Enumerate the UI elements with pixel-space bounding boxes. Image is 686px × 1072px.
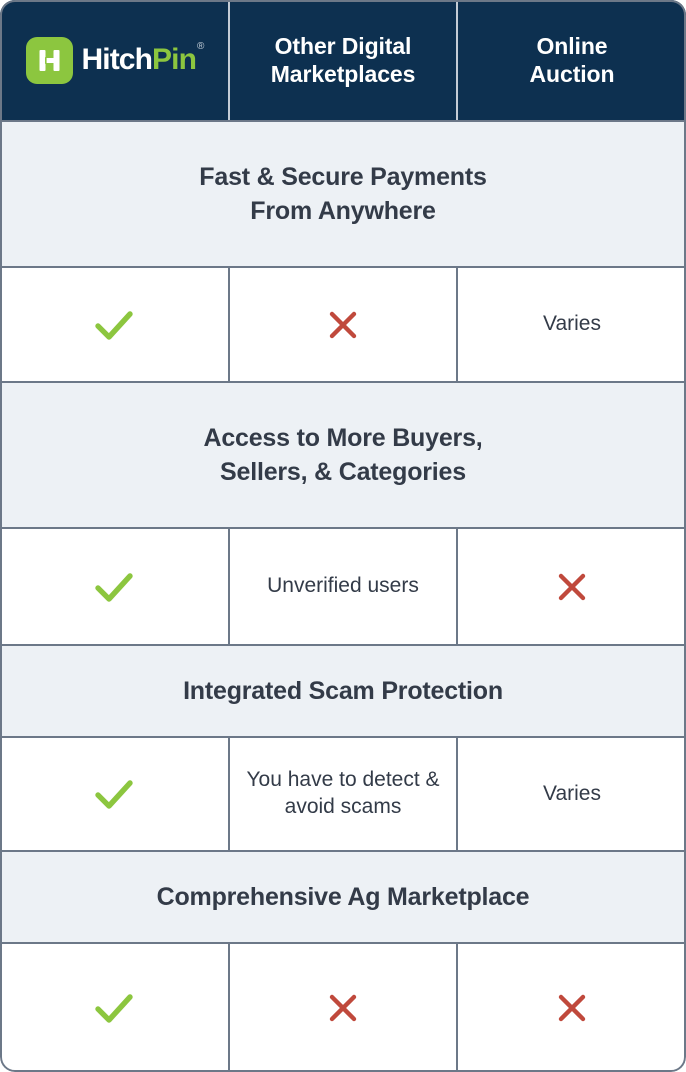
feature-title-comprehensive-ag-marketplace: Comprehensive Ag Marketplace bbox=[0, 850, 686, 944]
table-row: Unverified users bbox=[0, 529, 686, 644]
cell-other-marketplaces-comprehensive-ag-marketplace bbox=[228, 944, 458, 1072]
header-cell-hitchpin: HitchPin® bbox=[0, 0, 228, 120]
feature-title-line1: Access to More Buyers, bbox=[203, 423, 483, 452]
cell-hitchpin-access-to-more-buyers bbox=[0, 529, 228, 644]
cross-icon bbox=[329, 994, 357, 1022]
feature-title-line1: Integrated Scam Protection bbox=[183, 676, 503, 705]
hitchpin-wordmark: HitchPin® bbox=[81, 40, 205, 79]
cell-online-auction-access-to-more-buyers bbox=[458, 529, 686, 644]
table-row: Varies bbox=[0, 268, 686, 381]
table-row bbox=[0, 944, 686, 1072]
header-cell-online-auction: Online Auction bbox=[458, 0, 686, 120]
cell-other-marketplaces-access-to-more-buyers: Unverified users bbox=[228, 529, 458, 644]
check-icon bbox=[95, 572, 133, 602]
hitchpin-logo: HitchPin® bbox=[25, 36, 205, 84]
wordmark-hitch: Hitch bbox=[81, 42, 153, 76]
check-icon bbox=[95, 994, 133, 1023]
feature-title-fast-secure-payments: Fast & Secure Payments From Anywhere bbox=[0, 120, 686, 268]
cell-other-marketplaces-integrated-scam-protection: You have to detect & avoid scams bbox=[228, 738, 458, 850]
header-label-line2: Auction bbox=[529, 61, 615, 87]
cell-online-auction-fast-secure-payments: Varies bbox=[458, 268, 686, 381]
registered-trademark-icon: ® bbox=[197, 40, 204, 52]
header-cell-other-digital-marketplaces: Other Digital Marketplaces bbox=[228, 0, 458, 120]
check-icon bbox=[95, 780, 133, 809]
table-header-row: HitchPin® Other Digital Marketplaces Onl… bbox=[0, 0, 686, 120]
feature-title-line2: From Anywhere bbox=[250, 197, 436, 225]
comparison-table: HitchPin® Other Digital Marketplaces Onl… bbox=[0, 0, 686, 1072]
table-row: You have to detect & avoid scams Varies bbox=[0, 738, 686, 850]
cell-other-marketplaces-fast-secure-payments bbox=[228, 268, 458, 381]
header-label-line1: Other Digital bbox=[274, 32, 412, 59]
hitchpin-monogram-icon bbox=[25, 36, 73, 84]
cell-hitchpin-integrated-scam-protection bbox=[0, 738, 228, 850]
cell-hitchpin-fast-secure-payments bbox=[0, 268, 228, 381]
cross-icon bbox=[329, 311, 357, 338]
check-icon bbox=[95, 310, 133, 340]
feature-title-access-to-more-buyers: Access to More Buyers, Sellers, & Catego… bbox=[0, 381, 686, 529]
cross-icon bbox=[558, 573, 586, 600]
feature-title-line2: Sellers, & Categories bbox=[220, 458, 466, 486]
feature-title-line1: Comprehensive Ag Marketplace bbox=[156, 882, 530, 911]
cell-online-auction-comprehensive-ag-marketplace bbox=[458, 944, 686, 1072]
header-label-line1: Online bbox=[536, 32, 608, 59]
header-label-line2: Marketplaces bbox=[270, 61, 416, 87]
cell-hitchpin-comprehensive-ag-marketplace bbox=[0, 944, 228, 1072]
feature-title-line1: Fast & Secure Payments bbox=[199, 162, 487, 191]
wordmark-pin: Pin bbox=[152, 42, 197, 76]
cell-online-auction-integrated-scam-protection: Varies bbox=[458, 738, 686, 850]
cross-icon bbox=[558, 994, 586, 1022]
feature-title-integrated-scam-protection: Integrated Scam Protection bbox=[0, 644, 686, 738]
